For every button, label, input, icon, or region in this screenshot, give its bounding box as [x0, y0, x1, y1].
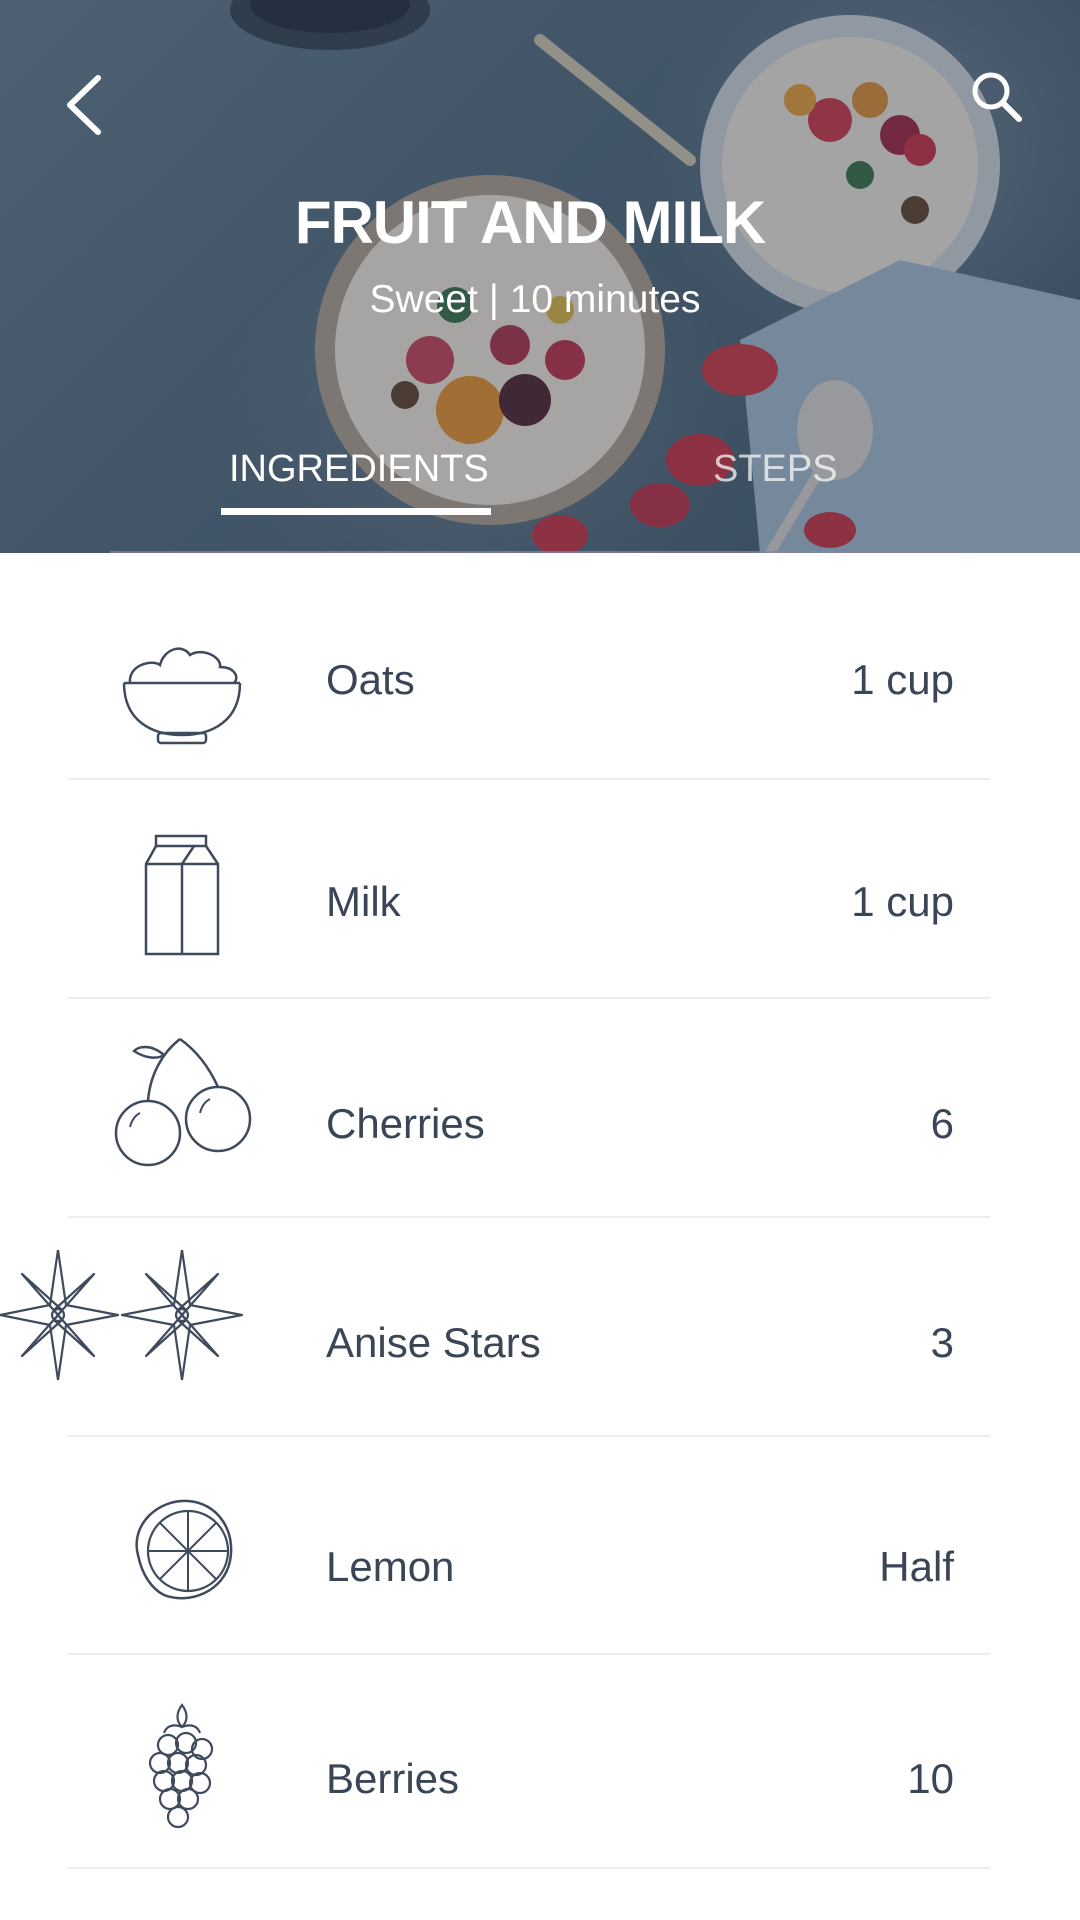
back-button[interactable] — [40, 60, 130, 150]
anise-stars-icon — [0, 1250, 244, 1380]
ingredient-quantity: 1 cup — [851, 656, 954, 703]
ingredient-name: Berries — [326, 1755, 460, 1802]
ingredient-quantity: 1 cup — [851, 878, 954, 925]
tab-steps[interactable]: STEPS — [713, 448, 838, 491]
list-item[interactable]: Oats 1 cup — [0, 553, 1080, 779]
ingredient-name: Anise Stars — [326, 1319, 541, 1366]
ingredient-quantity: Half — [879, 1543, 954, 1590]
ingredient-quantity: 10 — [907, 1755, 954, 1802]
ingredient-name: Oats — [326, 656, 415, 703]
list-item[interactable]: Milk 1 cup — [0, 780, 1080, 998]
search-button[interactable] — [952, 52, 1042, 142]
tab-ingredients[interactable]: INGREDIENTS — [229, 448, 489, 491]
list-item[interactable]: Berries 10 — [0, 1655, 1080, 1873]
list-item[interactable]: Lemon Half — [0, 1437, 1080, 1655]
oats-bowl-icon — [122, 647, 242, 745]
berries-icon — [148, 1703, 214, 1829]
ingredient-name: Milk — [326, 878, 401, 925]
recipe-title: FRUIT AND MILK — [294, 189, 766, 256]
ingredient-quantity: 3 — [930, 1319, 954, 1366]
active-tab-indicator — [221, 508, 491, 515]
ingredient-quantity: 6 — [930, 1100, 954, 1147]
chevron-left-icon — [67, 75, 101, 135]
ingredient-name: Cherries — [326, 1100, 485, 1147]
list-item[interactable]: Anise Stars 3 — [0, 1218, 1080, 1436]
milk-carton-icon — [144, 834, 220, 956]
list-item[interactable]: Cherries 6 — [0, 999, 1080, 1217]
recipe-hero: FRUIT AND MILK Sweet | 10 minutes INGRED… — [0, 0, 1080, 553]
hero-overlay — [0, 0, 1080, 553]
search-icon — [972, 72, 1022, 122]
recipe-subtitle: Sweet | 10 minutes — [369, 278, 701, 321]
row-divider — [68, 1867, 990, 1869]
cherries-icon — [114, 1037, 252, 1167]
ingredient-name: Lemon — [326, 1543, 455, 1590]
lemon-icon — [135, 1499, 233, 1600]
